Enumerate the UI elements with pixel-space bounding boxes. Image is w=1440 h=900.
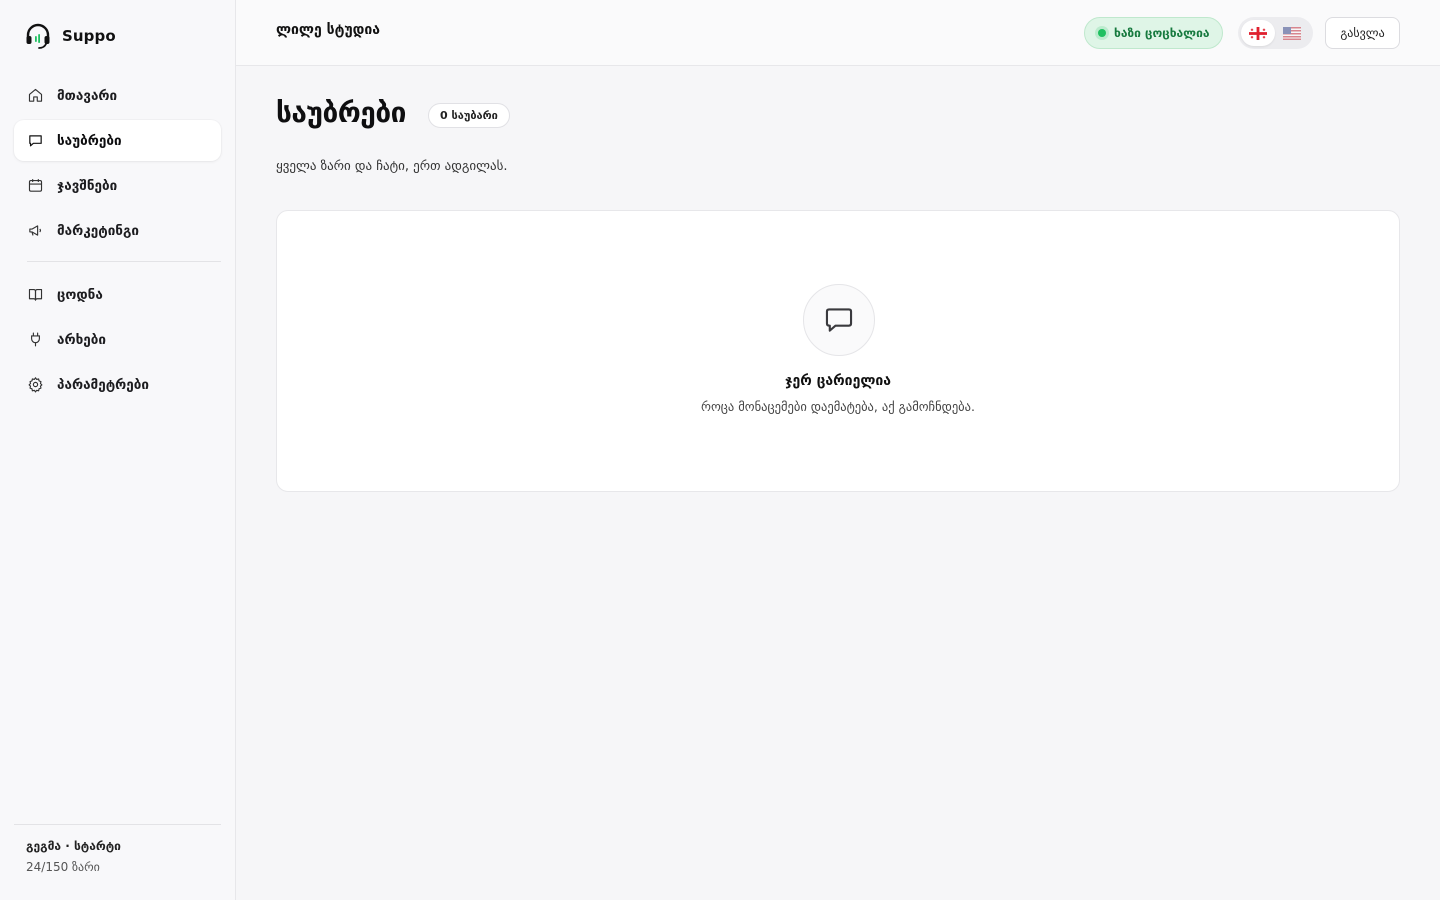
nav-divider (27, 261, 221, 262)
plan-summary: გეგმა · სტარტი 24/150 ზარი (14, 824, 221, 888)
sidebar-item-home[interactable]: მთავარი (14, 75, 221, 116)
page-subtitle: ყველა ზარი და ჩატი, ერთ ადგილას. (276, 159, 508, 174)
line-status-badge[interactable]: ხაზი ცოცხალია (1084, 17, 1224, 49)
brand-name: Suppo (62, 27, 116, 45)
sidebar-item-marketing[interactable]: მარკეტინგი (14, 210, 221, 251)
empty-state-title: ჯერ ცარიელია (784, 373, 892, 389)
plug-icon (31, 332, 40, 347)
sidebar-nav: მთავარი საუბრები ჯავშნები მარკეტინგი ცოდ… (14, 75, 221, 409)
chat-bubble-icon (29, 135, 42, 147)
megaphone-icon (29, 225, 42, 236)
status-dot-icon (1098, 29, 1106, 37)
empty-state-description: როცა მონაცემები დაემატება, აქ გამოჩნდება… (701, 399, 975, 414)
georgian-flag-icon (1249, 26, 1267, 40)
plan-title: გეგმა · სტარტი (26, 839, 121, 853)
sidebar-item-channels[interactable]: არხები (14, 319, 221, 360)
sidebar-item-settings[interactable]: პარამეტრები (14, 364, 221, 405)
plan-usage: 24/150 ზარი (26, 860, 100, 874)
calendar-icon (28, 179, 43, 192)
empty-state-icon-wrap (803, 284, 875, 356)
book-icon (28, 288, 43, 301)
home-icon (28, 88, 43, 102)
page-title: საუბრები (276, 96, 406, 129)
sidebar-item-label: მარკეტინგი (57, 222, 139, 239)
brand[interactable]: Suppo (24, 22, 116, 50)
status-label: ხაზი ცოცხალია (1114, 26, 1210, 40)
top-header: ლილე სტუდია ხაზი ცოცხალია გასვლა (236, 0, 1440, 66)
sidebar-item-label: არხები (57, 331, 106, 348)
sidebar-item-label: ჯავშნები (57, 177, 118, 194)
sidebar-item-label: ცოდნა (57, 286, 103, 303)
sidebar-item-label: მთავარი (57, 87, 118, 104)
language-georgian-button[interactable] (1241, 20, 1275, 46)
sidebar-item-conversations[interactable]: საუბრები (14, 120, 221, 161)
conversation-count-badge: 0 საუბარი (428, 103, 510, 128)
language-english-button[interactable] (1275, 20, 1309, 46)
workspace-title: ლილე სტუდია (276, 22, 380, 38)
chat-bubble-icon (825, 308, 853, 332)
sidebar-item-knowledge[interactable]: ცოდნა (14, 274, 221, 315)
sidebar-item-label: საუბრები (57, 132, 122, 149)
sidebar-item-label: პარამეტრები (57, 376, 149, 393)
sidebar-item-bookings[interactable]: ჯავშნები (14, 165, 221, 206)
us-flag-icon (1283, 26, 1301, 40)
gear-icon (28, 377, 43, 393)
headset-logo-icon (26, 23, 50, 49)
sidebar: Suppo მთავარი საუბრები ჯავშნები მარკეტინ… (0, 0, 236, 900)
empty-state-card: ჯერ ცარიელია როცა მონაცემები დაემატება, … (276, 210, 1400, 492)
language-switcher (1238, 17, 1313, 49)
logout-button[interactable]: გასვლა (1325, 17, 1400, 49)
